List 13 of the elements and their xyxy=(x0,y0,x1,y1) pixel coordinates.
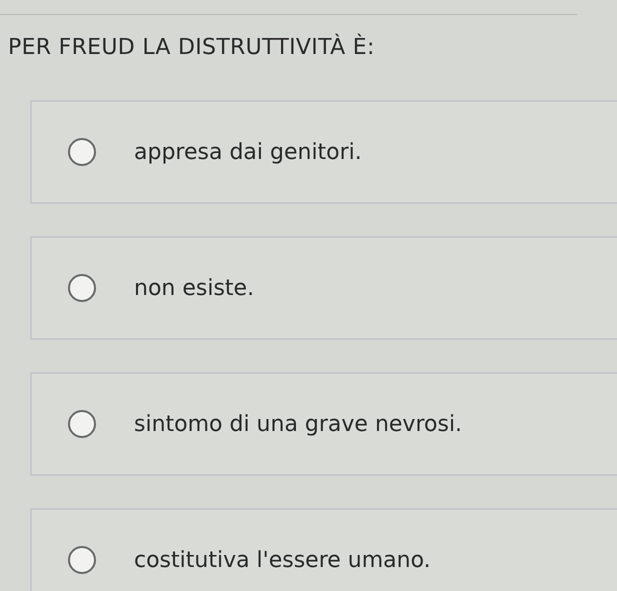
option-text: non esiste. xyxy=(134,276,254,300)
option-text: costitutiva l'essere umano. xyxy=(134,548,431,572)
answer-option[interactable]: appresa dai genitori. xyxy=(30,100,617,204)
answer-option[interactable]: sintomo di una grave nevrosi. xyxy=(30,372,617,476)
radio-button[interactable] xyxy=(68,274,96,302)
radio-button[interactable] xyxy=(68,546,96,574)
radio-button[interactable] xyxy=(68,410,96,438)
option-text: sintomo di una grave nevrosi. xyxy=(134,412,462,436)
answer-option[interactable]: costitutiva l'essere umano. xyxy=(30,508,617,591)
option-text: appresa dai genitori. xyxy=(134,140,362,164)
radio-button[interactable] xyxy=(68,138,96,166)
answer-option[interactable]: non esiste. xyxy=(30,236,617,340)
question-title: PER FREUD LA DISTRUTTIVITÀ È: xyxy=(7,32,376,60)
